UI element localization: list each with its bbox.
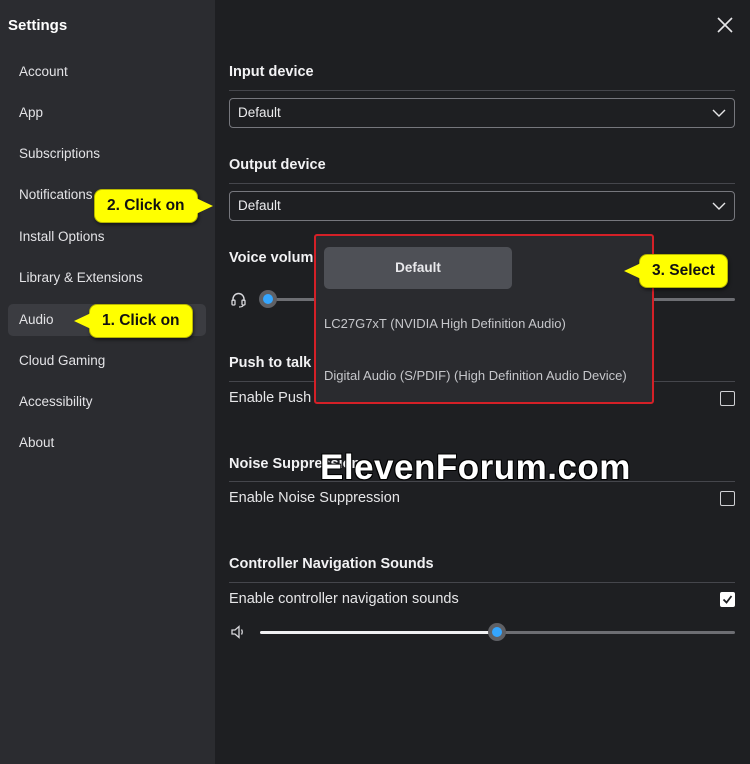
close-icon [717,17,733,33]
push-to-talk-title: Push to talk [229,355,312,371]
sidebar-item-cloud-gaming[interactable]: Cloud Gaming [8,345,206,377]
callout-pointer [74,313,91,329]
controller-volume-slider-thumb[interactable] [488,623,506,641]
enable-noise-suppression-label: Enable Noise Suppression [229,490,400,506]
callout-step-1-text: 1. Click on [102,312,180,329]
sidebar-item-account[interactable]: Account [8,56,206,88]
dropdown-option-lc27g7xt[interactable]: LC27G7xT (NVIDIA High Definition Audio) [324,316,566,331]
controller-volume-track[interactable] [497,631,735,634]
output-device-title: Output device [229,157,326,173]
output-device-select[interactable]: Default [229,191,735,221]
callout-step-3-text: 3. Select [652,262,715,279]
sidebar-item-library-extensions[interactable]: Library & Extensions [8,262,206,294]
callout-pointer [624,263,641,279]
checkmark-icon [722,595,733,604]
sidebar: Settings Account App Subscriptions Notif… [0,0,215,764]
enable-push-to-talk-label: Enable Push [229,390,312,406]
callout-step-2-text: 2. Click on [107,197,185,214]
input-device-select[interactable]: Default [229,98,735,128]
noise-suppression-checkbox[interactable] [720,491,735,506]
divider [229,90,735,91]
callout-pointer [195,198,213,214]
voice-volume-slider-thumb[interactable] [259,290,277,308]
sidebar-item-subscriptions[interactable]: Subscriptions [8,138,206,170]
controller-volume-fill [260,631,497,634]
chevron-down-icon [712,202,726,210]
callout-step-3: 3. Select [624,254,728,288]
dropdown-option-digital-audio[interactable]: Digital Audio (S/PDIF) (High Definition … [324,368,627,383]
divider [229,183,735,184]
callout-step-2: 2. Click on [94,189,213,223]
chevron-down-icon [712,109,726,117]
input-device-value: Default [238,105,281,120]
sidebar-item-app[interactable]: App [8,97,206,129]
controller-sounds-title: Controller Navigation Sounds [229,556,434,572]
watermark: ElevenForum.com [320,448,631,487]
output-device-dropdown: Default LC27G7xT (NVIDIA High Definition… [314,234,654,404]
output-device-value: Default [238,198,281,213]
enable-controller-sounds-label: Enable controller navigation sounds [229,591,459,607]
voice-volume-title: Voice volum [229,250,314,266]
controller-sounds-checkbox[interactable] [720,592,735,607]
sidebar-item-about[interactable]: About [8,427,206,459]
close-button[interactable] [714,14,736,36]
divider [229,582,735,583]
sidebar-item-install-options[interactable]: Install Options [8,221,206,253]
sidebar-item-accessibility[interactable]: Accessibility [8,386,206,418]
callout-step-1: 1. Click on [74,304,193,338]
dropdown-option-default[interactable]: Default [324,247,512,289]
push-to-talk-checkbox[interactable] [720,391,735,406]
input-device-title: Input device [229,64,314,80]
speaker-icon [231,625,243,639]
headset-icon [231,292,246,308]
app-title: Settings [8,17,68,34]
